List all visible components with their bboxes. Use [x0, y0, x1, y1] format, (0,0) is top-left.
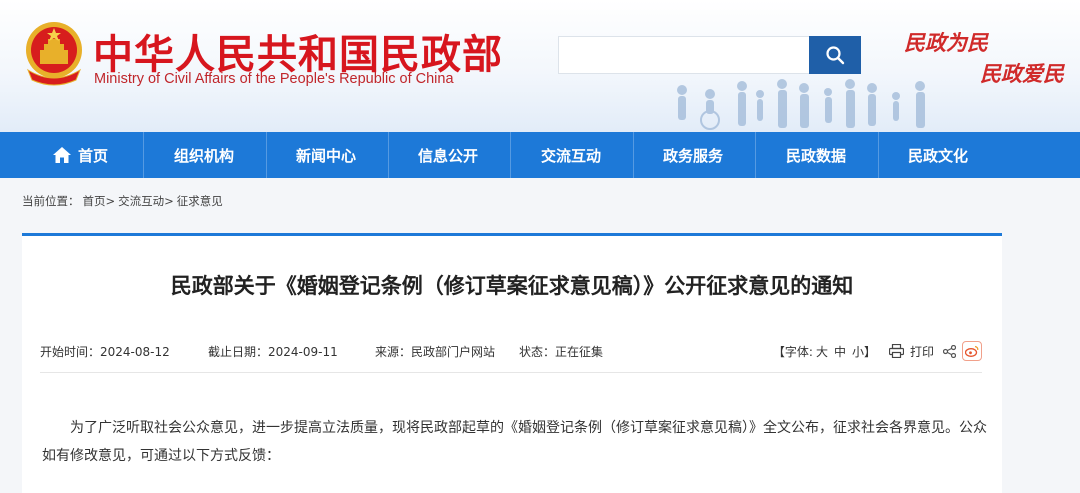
breadcrumb-consultation[interactable]: 征求意见 — [177, 193, 223, 209]
nav-item-label: 首页 — [78, 146, 109, 165]
search-input[interactable] — [558, 36, 810, 74]
nav-separator — [388, 132, 389, 178]
font-size-large[interactable]: 大 — [816, 343, 828, 360]
breadcrumb: 当前位置： 首页> 交流互动> 征求意见 — [22, 193, 223, 209]
slogan-line-1: 民政为民 — [904, 30, 988, 55]
site-title-en[interactable]: Ministry of Civil Affairs of the People'… — [94, 71, 454, 87]
font-size-small[interactable]: 小】 — [852, 343, 876, 360]
breadcrumb-home[interactable]: 首页> — [83, 193, 116, 209]
breadcrumb-prefix: 当前位置： — [22, 194, 80, 208]
home-icon — [53, 147, 71, 163]
nav-item-info-disclosure[interactable]: 信息公开 — [418, 132, 478, 178]
meta-start-date: 开始时间：2024-08-12 — [40, 345, 170, 359]
meta-status: 状态：正在征集 — [519, 345, 604, 359]
print-icon[interactable] — [888, 344, 904, 358]
nav-separator — [755, 132, 756, 178]
article-card: 民政部关于《婚姻登记条例（修订草案征求意见稿）》公开征求意见的通知 开始时间：2… — [22, 233, 1002, 493]
search-button[interactable] — [809, 36, 861, 74]
article-tools: 【字体: 大 中 小】 打印 — [773, 341, 982, 361]
nav-item-organization[interactable]: 组织机构 — [174, 132, 234, 178]
print-button[interactable]: 打印 — [910, 343, 934, 360]
nav-item-culture[interactable]: 民政文化 — [908, 132, 968, 178]
slogan-line-2: 民政爱民 — [980, 61, 1064, 86]
nav-separator — [878, 132, 879, 178]
meta-divider — [40, 372, 982, 373]
people-silhouettes-decoration — [677, 79, 925, 130]
nav-separator — [266, 132, 267, 178]
meta-end-date: 截止日期：2024-09-11 — [208, 345, 338, 359]
nav-item-data[interactable]: 民政数据 — [786, 132, 846, 178]
share-icon[interactable] — [943, 344, 956, 358]
nav-item-home[interactable]: 首页 — [52, 132, 108, 178]
search-icon — [826, 46, 845, 65]
breadcrumb-interaction[interactable]: 交流互动> — [118, 193, 174, 209]
nav-item-services[interactable]: 政务服务 — [663, 132, 723, 178]
font-size-medium[interactable]: 中 — [834, 343, 846, 360]
weibo-share-button[interactable] — [962, 341, 982, 361]
nav-separator — [633, 132, 634, 178]
nav-item-news[interactable]: 新闻中心 — [296, 132, 356, 178]
national-emblem-icon[interactable] — [22, 20, 86, 86]
article-body-paragraph: 为了广泛听取社会公众意见，进一步提高立法质量，现将民政部起草的《婚姻登记条例（修… — [42, 420, 987, 464]
weibo-icon — [965, 345, 979, 357]
nav-separator — [510, 132, 511, 178]
nav-item-interaction[interactable]: 交流互动 — [541, 132, 601, 178]
main-nav: 首页 组织机构 新闻中心 信息公开 交流互动 政务服务 民政数据 民政文化 — [0, 132, 1080, 178]
font-size-label: 【字体: — [772, 344, 813, 359]
meta-source: 来源：民政部门户网站 — [375, 345, 496, 359]
nav-separator — [143, 132, 144, 178]
site-header: 中华人民共和国民政部 Ministry of Civil Affairs of … — [0, 0, 1080, 132]
article-title: 民政部关于《婚姻登记条例（修订草案征求意见稿）》公开征求意见的通知 — [170, 274, 854, 298]
